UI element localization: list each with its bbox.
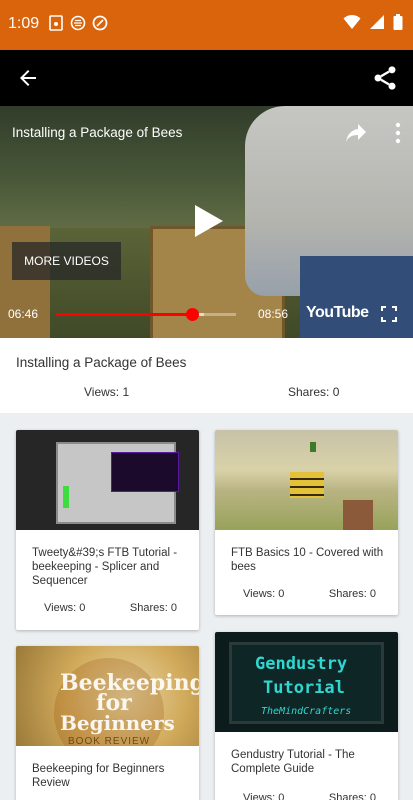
thumb-text: Tutorial	[263, 678, 345, 698]
wifi-icon	[343, 14, 361, 29]
thumb-beehive	[290, 472, 324, 498]
related-video-title: Beekeeping for Beginners Review	[32, 763, 165, 789]
video-thumbnail: Beekeeping for Beginners BOOK REVIEW	[16, 646, 199, 746]
related-shares: Shares: 0	[328, 588, 376, 600]
video-thumbnail	[16, 430, 199, 530]
related-shares: Shares: 0	[129, 602, 177, 614]
related-video-card[interactable]: Tweety&#39;s FTB Tutorial - beekeeping -…	[16, 430, 199, 630]
related-views: Views: 0	[243, 792, 285, 800]
progress-played	[56, 313, 193, 316]
video-thumbnail: Gendustry Tutorial TheMindCrafters	[215, 632, 398, 732]
video-info-card: Installing a Package of Bees Views: 1 Sh…	[0, 338, 413, 413]
video-duration: 08:56	[258, 307, 289, 321]
related-views: Views: 0	[44, 602, 86, 614]
play-icon[interactable]	[193, 203, 225, 239]
thumb-text: Gendustry	[255, 654, 348, 674]
app-bar	[0, 50, 413, 106]
video-more-options-icon[interactable]	[395, 122, 401, 144]
thumb-tooltip	[111, 452, 179, 492]
fullscreen-icon[interactable]	[381, 306, 397, 322]
sim-card-icon	[49, 15, 63, 31]
related-video-title: FTB Basics 10 - Covered with bees	[231, 547, 384, 573]
thumb-player-hand	[343, 500, 373, 530]
related-views: Views: 0	[243, 588, 285, 600]
current-time: 06:46	[8, 307, 39, 321]
video-thumbnail	[215, 430, 398, 530]
cell-signal-icon	[370, 15, 384, 29]
shares-count: Shares: 0	[288, 385, 340, 399]
thumb-caption: BOOK REVIEW	[68, 736, 151, 746]
views-count: Views: 1	[84, 385, 130, 399]
related-video-title: Gendustry Tutorial - The Complete Guide	[231, 749, 355, 775]
app-notification-icon	[70, 15, 86, 31]
back-arrow-icon[interactable]	[16, 66, 40, 90]
status-bar: 1:09	[0, 0, 413, 50]
related-video-title: Tweety&#39;s FTB Tutorial - beekeeping -…	[32, 547, 178, 587]
video-player[interactable]: Installing a Package of Bees MORE VIDEOS…	[0, 106, 413, 338]
related-video-card[interactable]: FTB Basics 10 - Covered with bees Views:…	[215, 430, 398, 615]
video-info-title: Installing a Package of Bees	[16, 355, 187, 370]
battery-icon	[393, 14, 403, 30]
related-video-card[interactable]: Beekeeping for Beginners BOOK REVIEW Bee…	[16, 646, 199, 800]
related-shares: Shares: 0	[328, 792, 376, 800]
related-video-card[interactable]: Gendustry Tutorial TheMindCrafters Gendu…	[215, 632, 398, 800]
thumb-text: Beginners	[60, 711, 175, 735]
youtube-logo[interactable]: YouTube	[306, 304, 369, 322]
video-share-icon[interactable]	[345, 123, 367, 143]
progress-bar[interactable]	[56, 313, 236, 316]
thumb-caption: TheMindCrafters	[261, 706, 352, 717]
thumb-cactus	[310, 442, 316, 452]
status-time: 1:09	[8, 15, 40, 32]
more-videos-button[interactable]: MORE VIDEOS	[12, 242, 121, 280]
thumb-green-bar	[63, 486, 69, 508]
video-title[interactable]: Installing a Package of Bees	[12, 125, 182, 140]
share-icon[interactable]	[371, 64, 399, 92]
data-saver-icon	[92, 15, 108, 31]
